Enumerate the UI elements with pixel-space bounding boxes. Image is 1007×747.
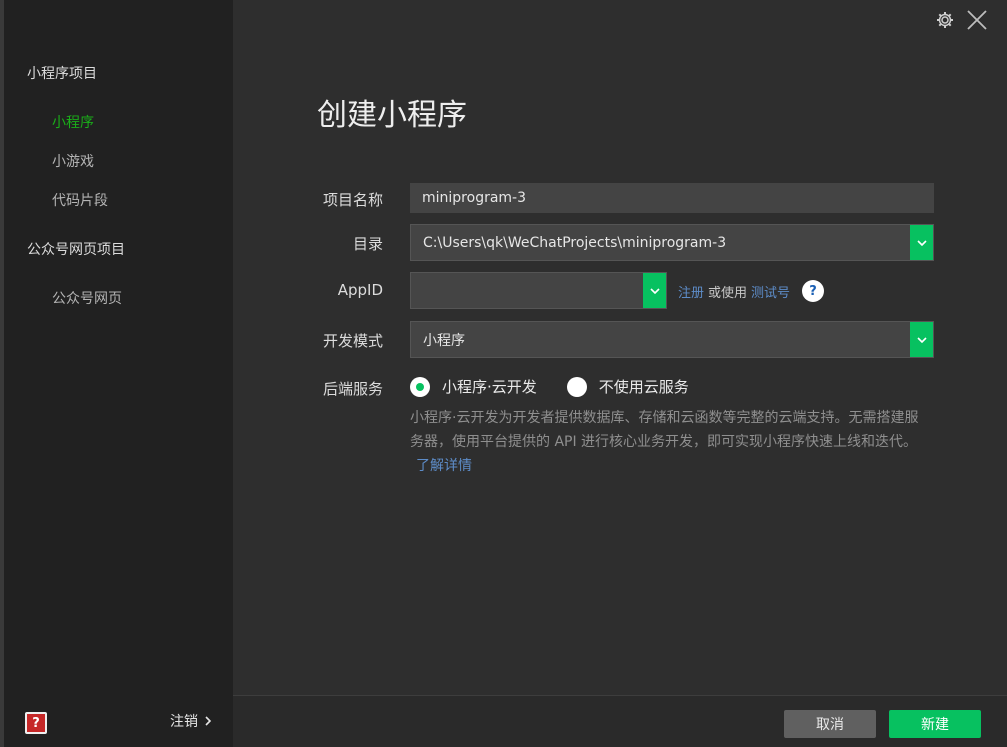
- avatar[interactable]: ?: [25, 712, 47, 734]
- close-icon[interactable]: [965, 8, 989, 32]
- directory-value: C:\Users\qk\WeChatProjects\miniprogram-3: [423, 234, 727, 251]
- or-use-text: 或使用: [708, 285, 748, 301]
- new-button[interactable]: 新建: [889, 710, 981, 738]
- directory-select[interactable]: C:\Users\qk\WeChatProjects\miniprogram-3: [410, 224, 934, 261]
- logout-label: 注销: [170, 714, 198, 730]
- dev-mode-label: 开发模式: [322, 332, 383, 350]
- radio-cloud-dev-label[interactable]: 小程序·云开发: [442, 376, 537, 397]
- sidebar: 小程序项目 小程序 小游戏 代码片段 公众号网页项目 公众号网页 ? 注销: [0, 0, 233, 747]
- footer-bar: 取消 新建: [233, 695, 1007, 747]
- page-title: 创建小程序: [317, 98, 467, 133]
- sidebar-item-code-snippet[interactable]: 代码片段: [52, 190, 108, 210]
- radio-selected-dot: [416, 382, 424, 391]
- dev-mode-select[interactable]: 小程序: [410, 321, 934, 358]
- directory-label: 目录: [352, 235, 383, 253]
- radio-no-cloud-label[interactable]: 不使用云服务: [599, 376, 689, 397]
- dev-mode-dropdown-button[interactable]: [910, 322, 933, 357]
- backend-radio-group: 小程序·云开发 不使用云服务: [410, 376, 719, 397]
- chevron-right-icon: [205, 716, 212, 726]
- register-link[interactable]: 注册: [678, 282, 704, 301]
- directory-dropdown-button[interactable]: [910, 225, 933, 260]
- appid-dropdown-button[interactable]: [643, 273, 666, 308]
- app-window: 小程序项目 小程序 小游戏 代码片段 公众号网页项目 公众号网页 ? 注销 创建…: [0, 0, 1007, 747]
- dev-mode-value: 小程序: [423, 332, 465, 349]
- project-name-value: miniprogram-3: [422, 190, 527, 206]
- chevron-down-icon: [916, 239, 927, 246]
- help-icon[interactable]: ?: [802, 280, 825, 302]
- sidebar-item-miniprogram[interactable]: 小程序: [52, 112, 94, 132]
- logout-button[interactable]: 注销: [170, 711, 212, 731]
- sidebar-group-miniprogram: 小程序项目: [27, 66, 97, 82]
- learn-more-link[interactable]: 了解详情: [416, 458, 472, 474]
- project-name-input[interactable]: miniprogram-3: [410, 183, 934, 213]
- project-name-label: 项目名称: [322, 191, 383, 209]
- sidebar-group-official-account: 公众号网页项目: [27, 242, 125, 258]
- radio-cloud-dev[interactable]: [410, 376, 430, 397]
- cancel-button[interactable]: 取消: [784, 710, 876, 738]
- appid-select[interactable]: [410, 272, 667, 309]
- sidebar-item-official-web[interactable]: 公众号网页: [52, 288, 122, 308]
- backend-label: 后端服务: [322, 380, 383, 398]
- appid-label: AppID: [337, 281, 383, 299]
- backend-description-text: 小程序·云开发为开发者提供数据库、存储和云函数等完整的云端支持。无需搭建服务器，…: [410, 410, 919, 450]
- radio-no-cloud[interactable]: [566, 376, 587, 397]
- backend-description: 小程序·云开发为开发者提供数据库、存储和云函数等完整的云端支持。无需搭建服务器，…: [410, 406, 930, 478]
- test-account-link[interactable]: 测试号: [751, 282, 790, 301]
- chevron-down-icon: [649, 287, 660, 294]
- appid-links: 注册 或使用 测试号 ?: [678, 280, 825, 302]
- gear-icon[interactable]: [935, 10, 955, 30]
- sidebar-item-minigame[interactable]: 小游戏: [52, 151, 94, 171]
- chevron-down-icon: [916, 336, 927, 343]
- main-panel: 创建小程序 项目名称 miniprogram-3 目录 C:\Users\qk\…: [233, 0, 1007, 747]
